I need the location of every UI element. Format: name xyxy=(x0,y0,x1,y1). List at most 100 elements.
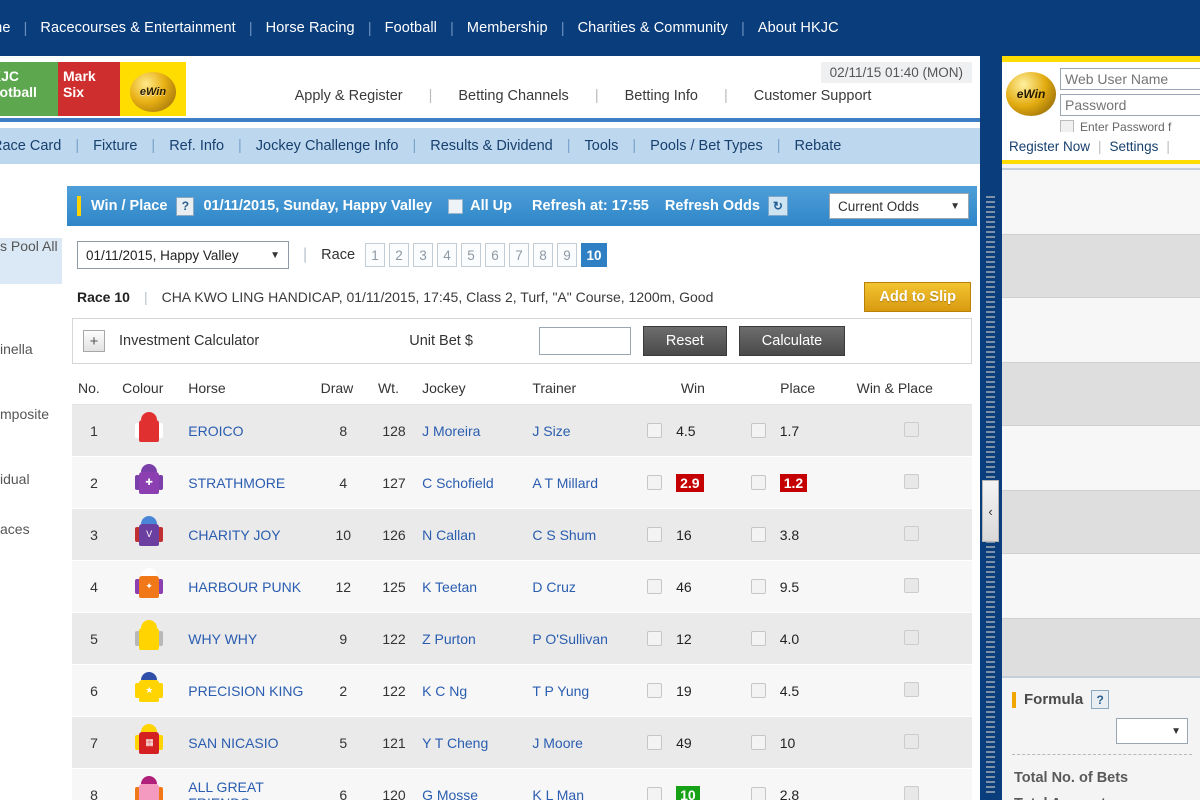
trainer-name[interactable]: J Moore xyxy=(532,735,583,751)
tab-jockey-challenge-info[interactable]: Jockey Challenge Info xyxy=(242,138,413,154)
jockey-name[interactable]: N Callan xyxy=(422,527,476,543)
win-checkbox[interactable] xyxy=(647,631,663,646)
win-place-checkbox[interactable] xyxy=(903,785,919,800)
brand-hkjc-football[interactable]: KJC ootball xyxy=(0,62,58,116)
refresh-odds-label[interactable]: Refresh Odds xyxy=(665,198,760,214)
horse-name-link[interactable]: STRATHMORE xyxy=(188,475,285,491)
header-link-3[interactable]: Customer Support xyxy=(728,88,898,104)
place-checkbox[interactable] xyxy=(750,423,766,438)
tab-race-card[interactable]: Race Card xyxy=(0,138,75,154)
all-up-checkbox[interactable] xyxy=(448,198,464,214)
race-number-4[interactable]: 4 xyxy=(437,243,458,267)
jockey-name[interactable]: G Mosse xyxy=(422,787,478,800)
expand-calculator-icon[interactable]: + xyxy=(83,330,105,352)
trainer-name[interactable]: A T Millard xyxy=(532,475,598,491)
top-nav-item-5[interactable]: Charities & Community xyxy=(565,20,741,36)
jockey-name[interactable]: C Schofield xyxy=(422,475,494,491)
win-checkbox[interactable] xyxy=(647,787,663,800)
horse-name-link[interactable]: WHY WHY xyxy=(188,631,257,647)
horse-name-link[interactable]: SAN NICASIO xyxy=(188,735,278,751)
jockey-name[interactable]: K C Ng xyxy=(422,683,467,699)
sidebar-item-2[interactable]: mposite xyxy=(0,406,49,422)
username-input[interactable] xyxy=(1060,68,1200,90)
place-checkbox[interactable] xyxy=(750,475,766,490)
tab-pools-bet-types[interactable]: Pools / Bet Types xyxy=(636,138,777,154)
collapse-panel-button[interactable]: ‹ xyxy=(982,480,999,542)
top-nav-item-3[interactable]: Football xyxy=(372,20,450,36)
place-checkbox[interactable] xyxy=(750,527,766,542)
sidebar-item-0[interactable]: s Pool All xyxy=(0,238,58,254)
win-place-checkbox[interactable] xyxy=(903,733,919,749)
horse-name-link[interactable]: ALL GREAT FRIENDS xyxy=(188,779,263,800)
tab-tools[interactable]: Tools xyxy=(571,138,633,154)
brand-mark-six[interactable]: Mark Six xyxy=(58,62,120,116)
jockey-name[interactable]: K Teetan xyxy=(422,579,477,595)
horse-name-link[interactable]: CHARITY JOY xyxy=(188,527,280,543)
win-place-checkbox[interactable] xyxy=(903,629,919,645)
trainer-name[interactable]: C S Shum xyxy=(532,527,596,543)
formula-select[interactable]: ▼ xyxy=(1116,718,1188,744)
trainer-name[interactable]: T P Yung xyxy=(532,683,589,699)
jockey-name[interactable]: Z Purton xyxy=(422,631,476,647)
win-place-checkbox[interactable] xyxy=(903,421,919,437)
refresh-icon[interactable]: ↻ xyxy=(767,196,788,216)
header-link-0[interactable]: Apply & Register xyxy=(269,88,429,104)
header-link-1[interactable]: Betting Channels xyxy=(432,88,594,104)
password-input[interactable] xyxy=(1060,94,1200,116)
odds-mode-select[interactable]: Current Odds ▼ xyxy=(829,193,969,219)
top-nav-item-2[interactable]: Horse Racing xyxy=(253,20,368,36)
race-number-1[interactable]: 1 xyxy=(365,243,386,267)
race-number-7[interactable]: 7 xyxy=(509,243,530,267)
trainer-name[interactable]: P O'Sullivan xyxy=(532,631,608,647)
add-to-slip-button[interactable]: Add to Slip xyxy=(864,282,971,312)
win-checkbox[interactable] xyxy=(647,683,663,698)
place-checkbox[interactable] xyxy=(750,787,766,800)
pool-help-icon[interactable]: ? xyxy=(176,196,195,216)
bet-slip-list[interactable] xyxy=(1002,168,1200,678)
header-link-2[interactable]: Betting Info xyxy=(599,88,724,104)
sidebar-item-4[interactable]: aces xyxy=(0,521,30,537)
race-number-10[interactable]: 10 xyxy=(581,243,608,267)
trainer-name[interactable]: J Size xyxy=(532,423,570,439)
tab-rebate[interactable]: Rebate xyxy=(781,138,856,154)
sidebar-item-1[interactable]: inella xyxy=(0,341,33,357)
top-nav-item-6[interactable]: About HKJC xyxy=(745,20,852,36)
trainer-name[interactable]: K L Man xyxy=(532,787,584,800)
race-number-6[interactable]: 6 xyxy=(485,243,506,267)
win-place-checkbox[interactable] xyxy=(903,525,919,541)
race-number-3[interactable]: 3 xyxy=(413,243,434,267)
reset-button[interactable]: Reset xyxy=(642,326,727,356)
race-number-8[interactable]: 8 xyxy=(533,243,554,267)
brand-ewin[interactable] xyxy=(120,62,186,116)
race-number-2[interactable]: 2 xyxy=(389,243,410,267)
win-checkbox[interactable] xyxy=(647,579,663,594)
unit-bet-input[interactable] xyxy=(538,327,631,355)
place-checkbox[interactable] xyxy=(750,683,766,698)
win-place-checkbox[interactable] xyxy=(903,577,919,593)
tab-results-dividend[interactable]: Results & Dividend xyxy=(416,138,567,154)
register-now-link[interactable]: Register Now xyxy=(1002,139,1097,154)
horse-name-link[interactable]: HARBOUR PUNK xyxy=(188,579,301,595)
sidebar-item-3[interactable]: idual xyxy=(0,471,30,487)
win-place-checkbox[interactable] xyxy=(903,473,919,489)
settings-link[interactable]: Settings xyxy=(1103,139,1166,154)
place-checkbox[interactable] xyxy=(750,579,766,594)
top-nav-item-1[interactable]: Racecourses & Entertainment xyxy=(27,20,248,36)
meeting-select[interactable]: 01/11/2015, Happy Valley ▼ xyxy=(77,241,289,269)
win-checkbox[interactable] xyxy=(647,475,663,490)
win-checkbox[interactable] xyxy=(647,423,663,438)
tab-ref-info[interactable]: Ref. Info xyxy=(155,138,238,154)
tab-fixture[interactable]: Fixture xyxy=(79,138,151,154)
race-number-9[interactable]: 9 xyxy=(557,243,578,267)
win-checkbox[interactable] xyxy=(647,527,663,542)
jockey-name[interactable]: J Moreira xyxy=(422,423,480,439)
place-checkbox[interactable] xyxy=(750,631,766,646)
win-checkbox[interactable] xyxy=(647,735,663,750)
formula-help-icon[interactable]: ? xyxy=(1091,690,1110,709)
place-checkbox[interactable] xyxy=(750,735,766,750)
jockey-name[interactable]: Y T Cheng xyxy=(422,735,488,751)
race-number-5[interactable]: 5 xyxy=(461,243,482,267)
win-place-checkbox[interactable] xyxy=(903,681,919,697)
top-nav-item-4[interactable]: Membership xyxy=(454,20,561,36)
horse-name-link[interactable]: PRECISION KING xyxy=(188,683,303,699)
